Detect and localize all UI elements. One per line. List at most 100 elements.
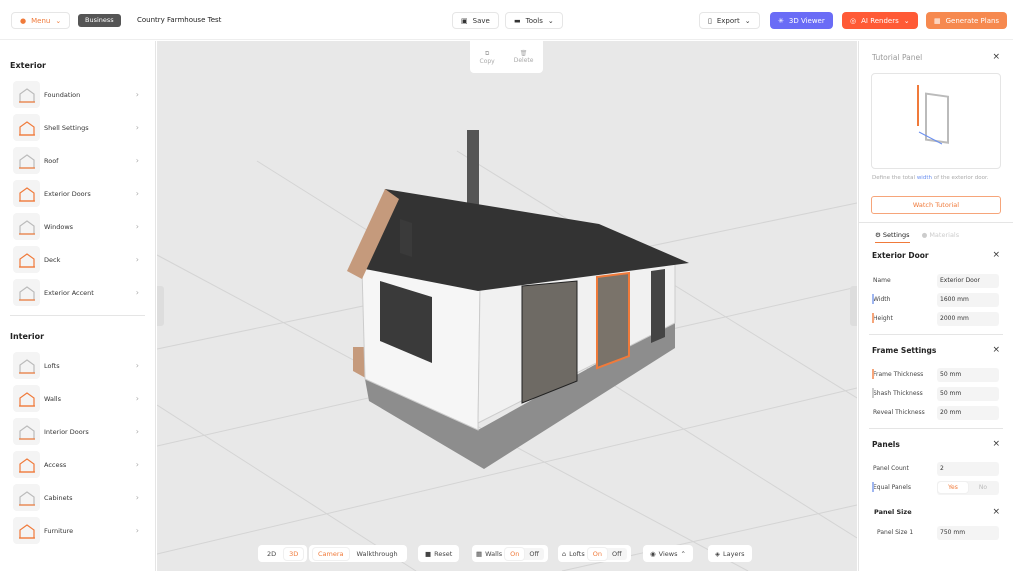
collapse-left-handle[interactable] xyxy=(157,286,164,326)
sidebar-item-walls[interactable]: Walls › xyxy=(0,382,155,415)
furniture-icon xyxy=(13,517,40,544)
sidebar-item-cabinets[interactable]: Cabinets › xyxy=(0,481,155,514)
sidebar-item-exterior-doors[interactable]: Exterior Doors › xyxy=(0,177,155,210)
sidebar-item-furniture[interactable]: Furniture › xyxy=(0,514,155,547)
field-row: Height 2000 mm xyxy=(859,309,1013,328)
2d-option[interactable]: 2D xyxy=(262,548,281,560)
equal-yes[interactable]: Yes xyxy=(938,482,968,493)
chevron-down-icon: ⌄ xyxy=(903,16,910,25)
field-input[interactable]: 50 mm xyxy=(937,386,999,401)
sidebar-item-access[interactable]: Access › xyxy=(0,448,155,481)
window-end xyxy=(651,269,665,343)
access-icon xyxy=(13,451,40,478)
export-button[interactable]: ▯ Export ⌄ xyxy=(699,12,760,29)
field-input[interactable]: Exterior Door xyxy=(937,273,999,288)
equal-panels-row: Equal Panels Yes No xyxy=(859,478,1013,497)
shell-settings-icon xyxy=(13,114,40,141)
menu-button[interactable]: ● Menu ⌄ xyxy=(11,12,71,29)
close-icon[interactable]: × xyxy=(992,507,1000,517)
sidebar-item-shell-settings[interactable]: Shell Settings › xyxy=(0,111,155,144)
sidebar-item-foundation[interactable]: Foundation › xyxy=(0,78,155,111)
tutorial-image xyxy=(871,73,1001,169)
save-button[interactable]: ▣ Save xyxy=(452,12,499,29)
cube-icon: ✳ xyxy=(778,16,784,25)
field-input[interactable]: 2000 mm xyxy=(937,311,999,326)
close-icon[interactable]: × xyxy=(992,439,1000,449)
sidebar-item-deck[interactable]: Deck › xyxy=(0,243,155,276)
lofts-on[interactable]: On xyxy=(587,547,607,560)
toolbox-icon: ▬ xyxy=(514,16,521,25)
foundation-icon xyxy=(13,81,40,108)
save-icon: ▣ xyxy=(461,16,468,25)
sidebar-item-label: Roof xyxy=(44,156,59,165)
sidebar-item-lofts[interactable]: Lofts › xyxy=(0,349,155,382)
chevron-right-icon: › xyxy=(135,361,139,370)
sidebar-item-label: Shell Settings xyxy=(44,123,89,132)
lofts-icon xyxy=(13,352,40,379)
deck-icon xyxy=(13,246,40,273)
field-row: Reveal Thickness 20 mm xyxy=(859,403,1013,422)
tab-materials[interactable]: ● Materials xyxy=(922,231,960,243)
ai-renders-button[interactable]: ◎ AI Renders ⌄ xyxy=(842,12,918,29)
sidebar-item-label: Deck xyxy=(44,255,61,264)
watch-tutorial-button[interactable]: Watch Tutorial xyxy=(871,196,1001,214)
delete-button[interactable]: 🗑 Delete xyxy=(514,50,534,64)
layers-icon: ◈ xyxy=(715,549,720,558)
walls-icon xyxy=(13,385,40,412)
door-diagram-icon xyxy=(917,85,949,145)
panel-count-input[interactable]: 2 xyxy=(937,461,999,476)
collapse-right-handle[interactable] xyxy=(850,286,857,326)
close-icon[interactable]: × xyxy=(992,250,1000,260)
exterior-doors-icon xyxy=(13,180,40,207)
top-bar: ● Menu ⌄ Business Country Farmhouse Test ▣… xyxy=(0,0,1013,40)
camera-option[interactable]: Camera xyxy=(313,547,349,560)
walls-on[interactable]: On xyxy=(505,547,525,560)
field-input[interactable]: 50 mm xyxy=(937,367,999,382)
close-icon[interactable]: × xyxy=(992,52,1000,62)
field-input[interactable]: 1600 mm xyxy=(937,292,999,307)
dimension-toggle: 2D 3D xyxy=(258,545,308,562)
chevron-right-icon: › xyxy=(135,394,139,403)
exterior-door-title: Exterior Door xyxy=(872,250,929,260)
sidebar-item-label: Cabinets xyxy=(44,493,73,502)
plans-icon: ▦ xyxy=(934,16,941,25)
tutorial-title: Tutorial Panel xyxy=(872,52,923,62)
walkthrough-option[interactable]: Walkthrough xyxy=(352,548,403,560)
trash-icon: 🗑 xyxy=(519,50,528,57)
roof-icon xyxy=(13,147,40,174)
equal-no[interactable]: No xyxy=(968,482,998,493)
3d-viewer-button[interactable]: ✳ 3D Viewer xyxy=(770,12,833,29)
chevron-right-icon: › xyxy=(135,288,139,297)
interior-doors-icon xyxy=(13,418,40,445)
copy-button[interactable]: ⧉ Copy xyxy=(480,50,495,65)
camera-icon: ■ xyxy=(425,549,432,558)
field-input[interactable]: 20 mm xyxy=(937,405,999,420)
close-icon[interactable]: × xyxy=(992,345,1000,355)
reset-button[interactable]: ■ Reset xyxy=(418,545,460,562)
lofts-off[interactable]: Off xyxy=(607,548,627,560)
exterior-accent-icon xyxy=(13,279,40,306)
sidebar-item-windows[interactable]: Windows › xyxy=(0,210,155,243)
tools-button[interactable]: ▬ Tools ⌄ xyxy=(505,12,563,29)
tutorial-caption: Define the total width of the exterior d… xyxy=(872,175,989,181)
panel-size-1-input[interactable]: 750 mm xyxy=(937,525,999,540)
chevron-down-icon: ⌄ xyxy=(55,16,62,25)
walls-off[interactable]: Off xyxy=(524,548,544,560)
3d-option[interactable]: 3D xyxy=(284,547,304,560)
sidebar-item-interior-doors[interactable]: Interior Doors › xyxy=(0,415,155,448)
views-button[interactable]: ◉ Views ⌃ xyxy=(643,545,693,562)
chevron-right-icon: › xyxy=(135,123,139,132)
project-title[interactable]: Country Farmhouse Test xyxy=(137,16,221,24)
layers-button[interactable]: ◈ Layers xyxy=(708,545,752,562)
panels-title: Panels xyxy=(872,439,900,449)
lofts-toggle: ⌂ Lofts On Off xyxy=(558,545,631,562)
sidebar-item-exterior-accent[interactable]: Exterior Accent › xyxy=(0,276,155,309)
generate-plans-button[interactable]: ▦ Generate Plans xyxy=(926,12,1008,29)
tab-settings[interactable]: ⚙ Settings xyxy=(875,231,910,243)
selected-exterior-door[interactable] xyxy=(596,271,630,370)
sidebar-item-label: Lofts xyxy=(44,361,60,370)
walls-toggle: ▦ Walls On Off xyxy=(472,545,549,562)
window-side xyxy=(521,280,578,404)
sidebar-item-roof[interactable]: Roof › xyxy=(0,144,155,177)
3d-viewport[interactable]: ⧉ Copy 🗑 Delete xyxy=(157,41,857,571)
